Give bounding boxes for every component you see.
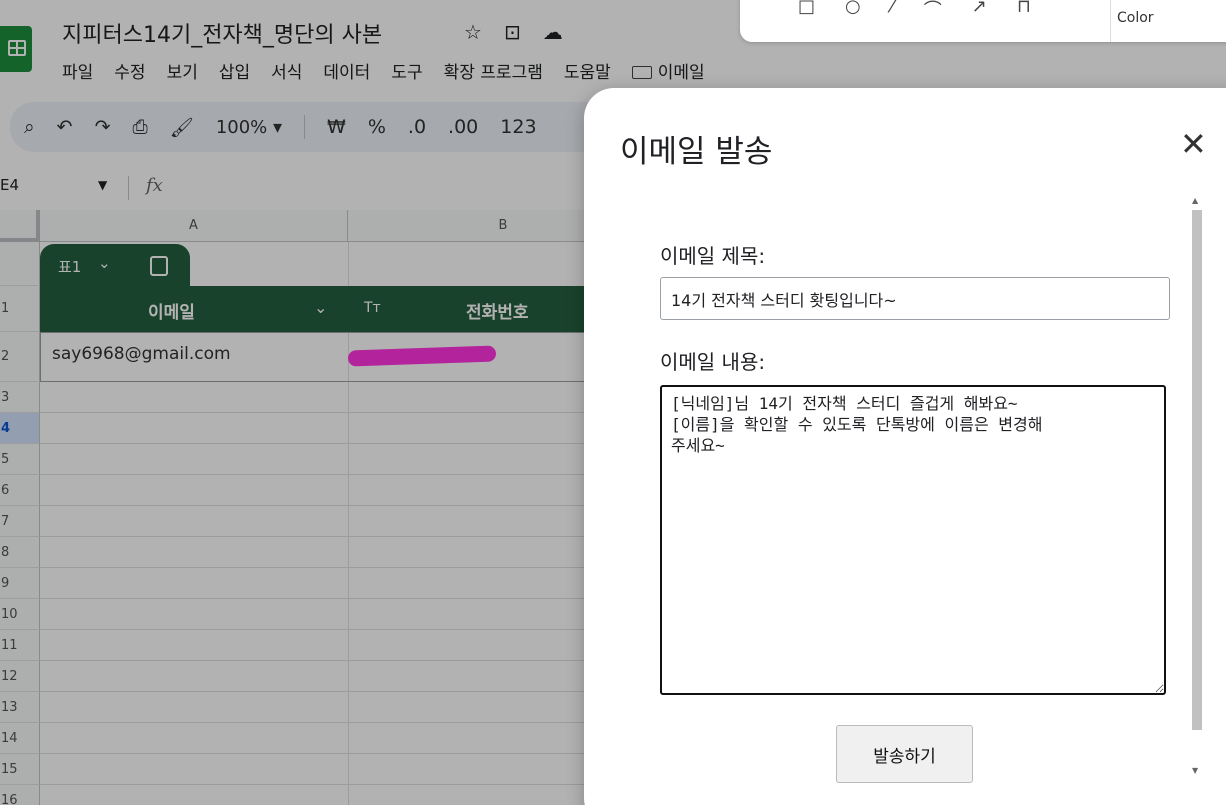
spreadsheet-app: 지피터스14기_전자책_명단의 사본 ☆ ⊡ ☁ 파일 수정 보기 삽입 서식 … <box>0 0 1226 805</box>
rectangle-tool-icon[interactable]: □ <box>798 0 815 22</box>
circle-tool-icon[interactable]: ○ <box>845 0 861 22</box>
drawing-toolbar: □ ○ ⁄ ⌒ ↗ ⊓ Color <box>740 0 1226 42</box>
body-label: 이메일 내용: <box>660 350 766 374</box>
line-tool-icon[interactable]: ⁄ <box>891 0 894 22</box>
scroll-thumb[interactable] <box>1192 210 1202 730</box>
send-button[interactable]: 발송하기 <box>836 725 973 783</box>
email-dialog: 이메일 발송 ✕ 이메일 제목: 이메일 내용: [닉네임]님 14기 전자책 … <box>584 88 1226 805</box>
subject-label: 이메일 제목: <box>660 244 766 268</box>
dialog-scrollbar[interactable]: ▲ ▼ <box>1188 196 1204 776</box>
dialog-title: 이메일 발송 <box>620 134 773 170</box>
scroll-down-icon[interactable]: ▼ <box>1192 766 1198 775</box>
toolbar-divider <box>1110 0 1111 42</box>
body-textarea[interactable]: [닉네임]님 14기 전자책 스터디 즐겁게 해봐요~ [이름]을 확인할 수 … <box>660 385 1166 695</box>
subject-input[interactable] <box>660 277 1170 320</box>
scroll-up-icon[interactable]: ▲ <box>1192 196 1198 205</box>
arrow-tool-icon[interactable]: ↗ <box>972 0 987 22</box>
color-label[interactable]: Color <box>1117 10 1154 26</box>
curve-tool-icon[interactable]: ⌒ <box>924 0 942 22</box>
crop-tool-icon[interactable]: ⊓ <box>1017 0 1031 22</box>
close-icon[interactable]: ✕ <box>1180 128 1207 160</box>
